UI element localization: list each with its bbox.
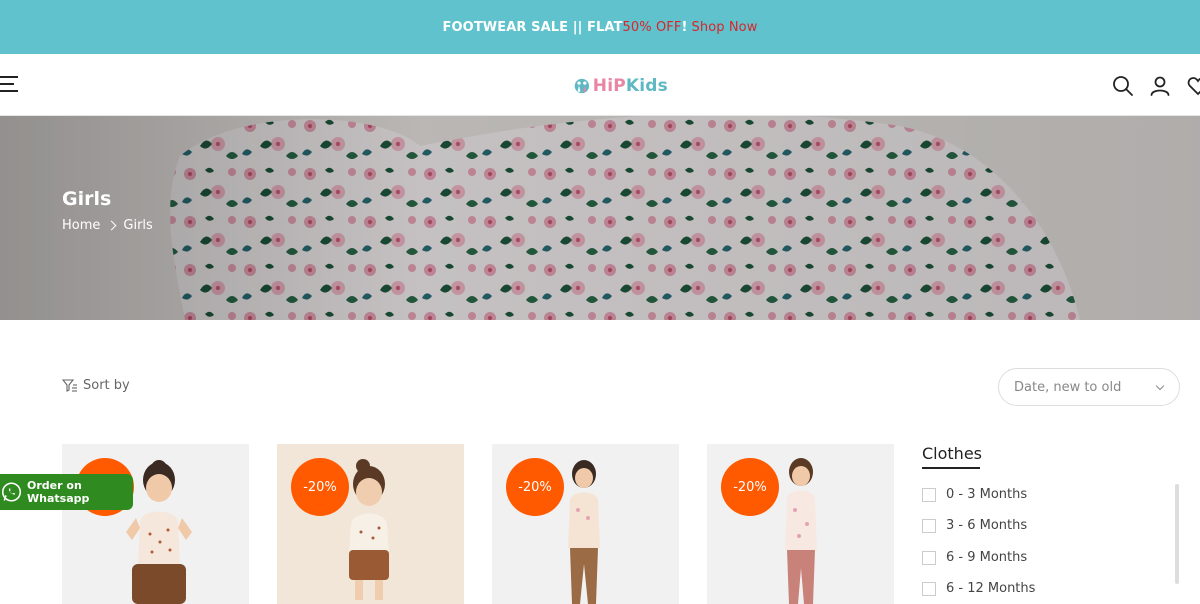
filter-option[interactable]: 6 - 12 Months (922, 581, 1035, 596)
filter-option-label: 6 - 9 Months (946, 550, 1028, 565)
filter-option[interactable]: 6 - 9 Months (922, 550, 1027, 565)
product-card[interactable]: -20% (62, 444, 249, 604)
sort-select[interactable]: Date, new to old (998, 368, 1180, 406)
banner-background-image (0, 116, 1200, 320)
announcement-bar: FOOTWEAR SALE || FLAT 50% OFF ! Shop Now (0, 0, 1200, 54)
breadcrumb-current: Girls (123, 218, 153, 233)
product-card[interactable]: -20% (707, 444, 894, 604)
search-icon[interactable] (1111, 74, 1135, 98)
filter-option-label: 0 - 3 Months (946, 487, 1028, 502)
chevron-right-icon (106, 220, 117, 231)
menu-icon[interactable] (0, 76, 20, 94)
logo-text: HiPKids (592, 76, 668, 96)
announcement-discount: 50% OFF (622, 19, 682, 35)
filter-option[interactable]: 0 - 3 Months (922, 487, 1027, 502)
filter-group-title: Clothes (922, 444, 982, 463)
filter-icon (62, 379, 77, 392)
chevron-down-icon (1155, 381, 1165, 391)
filter-option-label: 3 - 6 Months (946, 518, 1028, 533)
user-icon[interactable] (1148, 74, 1172, 98)
breadcrumb-home-link[interactable]: Home (62, 218, 100, 233)
whatsapp-label: Order on Whatsapp (27, 479, 90, 505)
announcement-prefix: FOOTWEAR SALE || FLAT (442, 19, 623, 35)
discount-badge: -20% (721, 458, 779, 516)
heart-icon[interactable] (1186, 74, 1200, 98)
checkbox[interactable] (922, 550, 936, 565)
logo-mark-icon (574, 78, 590, 94)
sort-by-label: Sort by (83, 378, 130, 393)
whatsapp-icon (1, 482, 22, 502)
discount-badge: -20% (291, 458, 349, 516)
product-card[interactable]: -20% (277, 444, 464, 604)
breadcrumb: Home Girls (62, 218, 153, 233)
collection-banner (0, 116, 1200, 320)
filter-option[interactable]: 3 - 6 Months (922, 518, 1027, 533)
page-title: Girls (62, 188, 112, 210)
filter-scrollbar[interactable] (1175, 484, 1179, 584)
product-card[interactable]: -20% (492, 444, 679, 604)
checkbox[interactable] (922, 487, 936, 502)
site-header: HiPKids (0, 54, 1200, 116)
filter-option-label: 6 - 12 Months (946, 581, 1036, 596)
announcement-separator: ! (681, 19, 688, 35)
checkbox[interactable] (922, 518, 936, 533)
checkbox[interactable] (922, 581, 936, 596)
site-logo[interactable]: HiPKids (574, 72, 668, 100)
sort-select-value: Date, new to old (1014, 379, 1122, 395)
shop-now-link[interactable]: Shop Now (692, 20, 758, 35)
whatsapp-order-button[interactable]: Order on Whatsapp (0, 474, 133, 510)
sort-by-toggle[interactable]: Sort by (62, 378, 130, 393)
discount-badge: -20% (506, 458, 564, 516)
filter-title-underline (922, 467, 980, 469)
